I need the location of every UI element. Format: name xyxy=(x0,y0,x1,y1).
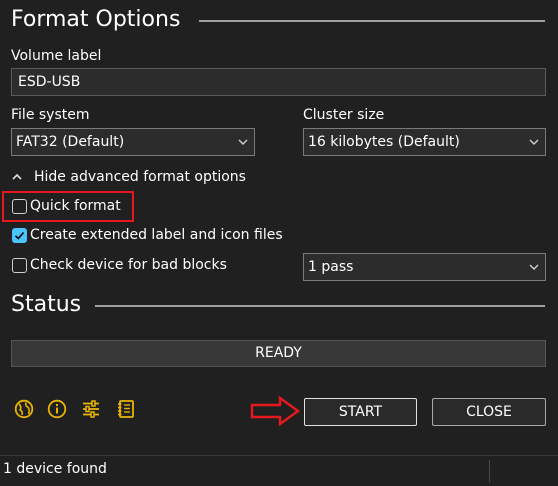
format-options-title: Format Options xyxy=(11,7,181,32)
volume-label-input[interactable]: ESD-USB xyxy=(11,68,546,96)
bad-blocks-label: Check device for bad blocks xyxy=(30,257,227,273)
annotation-arrow-icon xyxy=(250,395,301,427)
status-title: Status xyxy=(11,292,82,317)
file-system-caption: File system xyxy=(11,107,90,123)
close-button[interactable]: CLOSE xyxy=(432,398,546,426)
chevron-down-icon xyxy=(529,264,539,270)
advanced-options-label: Hide advanced format options xyxy=(34,169,246,185)
format-options-divider xyxy=(199,20,545,22)
status-bar-separator xyxy=(489,460,490,482)
passes-value: 1 pass xyxy=(308,259,354,275)
chevron-down-icon xyxy=(529,139,539,145)
file-system-value: FAT32 (Default) xyxy=(16,134,125,150)
status-divider xyxy=(95,305,545,307)
globe-icon[interactable] xyxy=(14,399,34,419)
status-progress-bar: READY xyxy=(11,340,546,367)
log-icon[interactable] xyxy=(116,399,136,419)
settings-sliders-icon[interactable] xyxy=(81,399,101,419)
chevron-down-icon xyxy=(238,139,248,145)
cluster-size-select[interactable]: 16 kilobytes (Default) xyxy=(303,128,546,156)
cluster-size-caption: Cluster size xyxy=(303,107,385,123)
passes-select[interactable]: 1 pass xyxy=(303,253,546,281)
bad-blocks-checkbox[interactable] xyxy=(12,258,27,273)
chevron-up-icon xyxy=(12,173,22,180)
extended-label-checkbox[interactable] xyxy=(12,228,27,243)
info-icon[interactable] xyxy=(47,399,67,419)
cluster-size-value: 16 kilobytes (Default) xyxy=(308,134,460,150)
status-bar: 1 device found xyxy=(0,455,558,486)
status-bar-text: 1 device found xyxy=(3,461,107,477)
start-button[interactable]: START xyxy=(304,398,417,426)
extended-label-text: Create extended label and icon files xyxy=(30,227,283,243)
file-system-select[interactable]: FAT32 (Default) xyxy=(11,128,255,156)
checkmark-icon xyxy=(14,231,25,240)
quick-format-label: Quick format xyxy=(30,198,121,214)
volume-label-caption: Volume label xyxy=(11,48,102,64)
quick-format-checkbox[interactable] xyxy=(12,199,27,214)
